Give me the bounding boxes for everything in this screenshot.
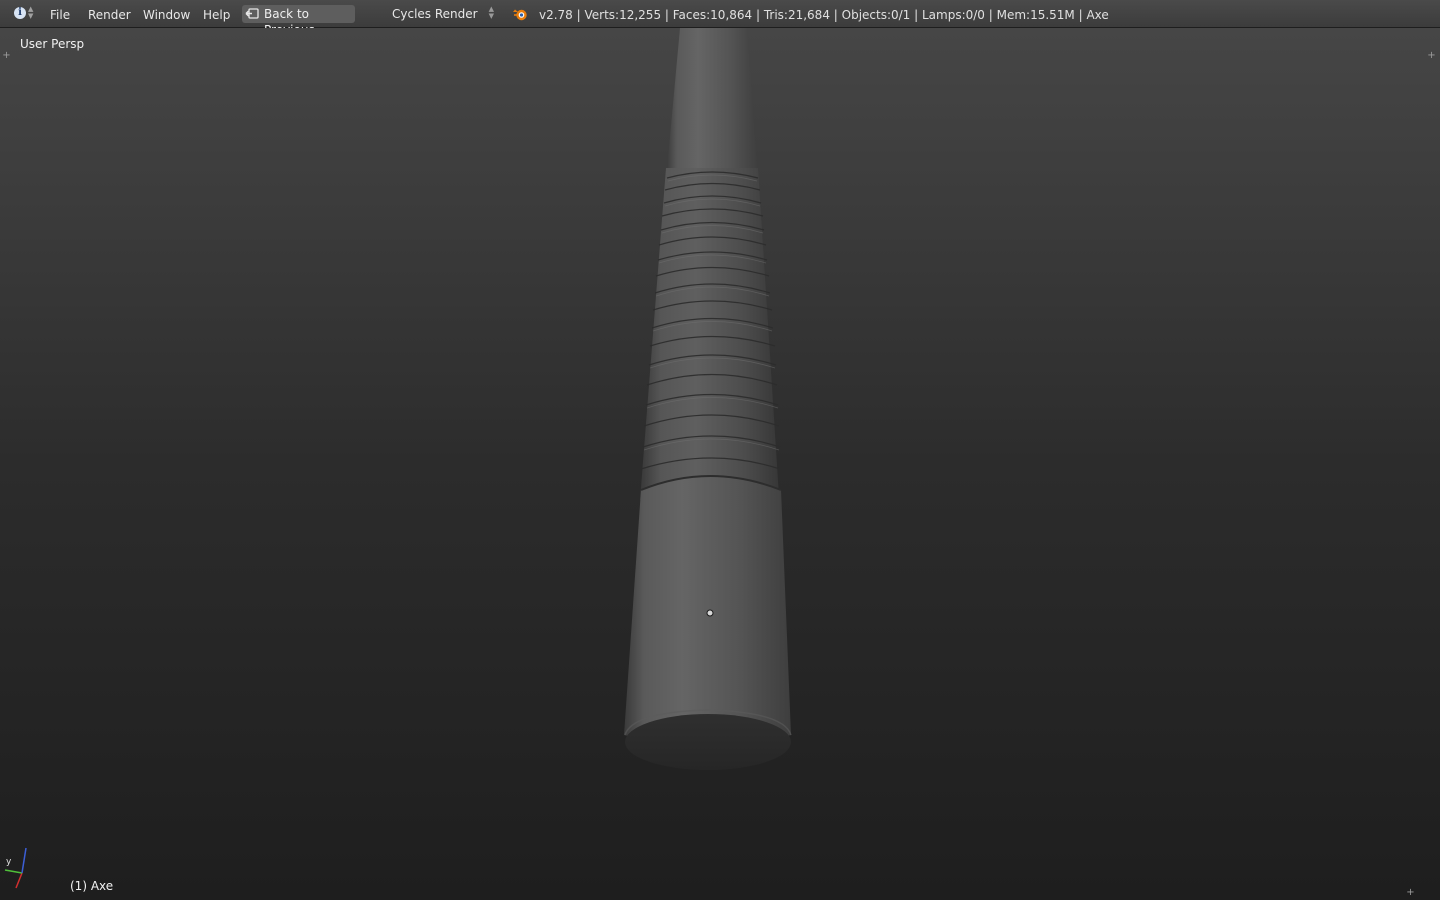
axis-gizmo-icon: y [4, 847, 27, 889]
properties-toggle-icon[interactable]: + [1427, 51, 1436, 61]
menu-render[interactable]: Render [88, 7, 131, 23]
updown-arrows-icon: ▲ ▼ [28, 5, 34, 20]
toolshelf-toggle-icon[interactable]: + [2, 51, 11, 61]
back-arrow-icon [245, 8, 259, 19]
3d-viewport[interactable]: User Persp + + + y (1) Axe [0, 28, 1440, 900]
axe-handle-mesh [624, 28, 792, 770]
menu-help[interactable]: Help [203, 7, 230, 23]
back-to-previous-button[interactable]: Back to Previous [242, 5, 355, 37]
menu-file[interactable]: File [50, 7, 70, 23]
scene-statistics: v2.78 | Verts:12,255 | Faces:10,864 | Tr… [539, 8, 1109, 22]
select-arrows-icon: ▲ ▼ [488, 5, 494, 20]
blender-logo-icon [513, 9, 527, 21]
menu-window[interactable]: Window [143, 7, 190, 23]
info-icon: i [14, 7, 26, 19]
render-engine-select[interactable]: Cycles Render ▲ ▼ [384, 5, 496, 23]
render-engine-label: Cycles Render [392, 7, 478, 21]
axis-y-label: y [6, 857, 12, 867]
info-header: i ▲▼ File Render Window Help Back to Pre… [0, 0, 1440, 37]
area-split-corner-icon[interactable]: + [1406, 888, 1415, 898]
editor-type-selector[interactable]: i ▲ ▼ [10, 5, 38, 23]
active-object-label: (1) Axe [70, 879, 114, 893]
view-perspective-label: User Persp [20, 37, 85, 51]
